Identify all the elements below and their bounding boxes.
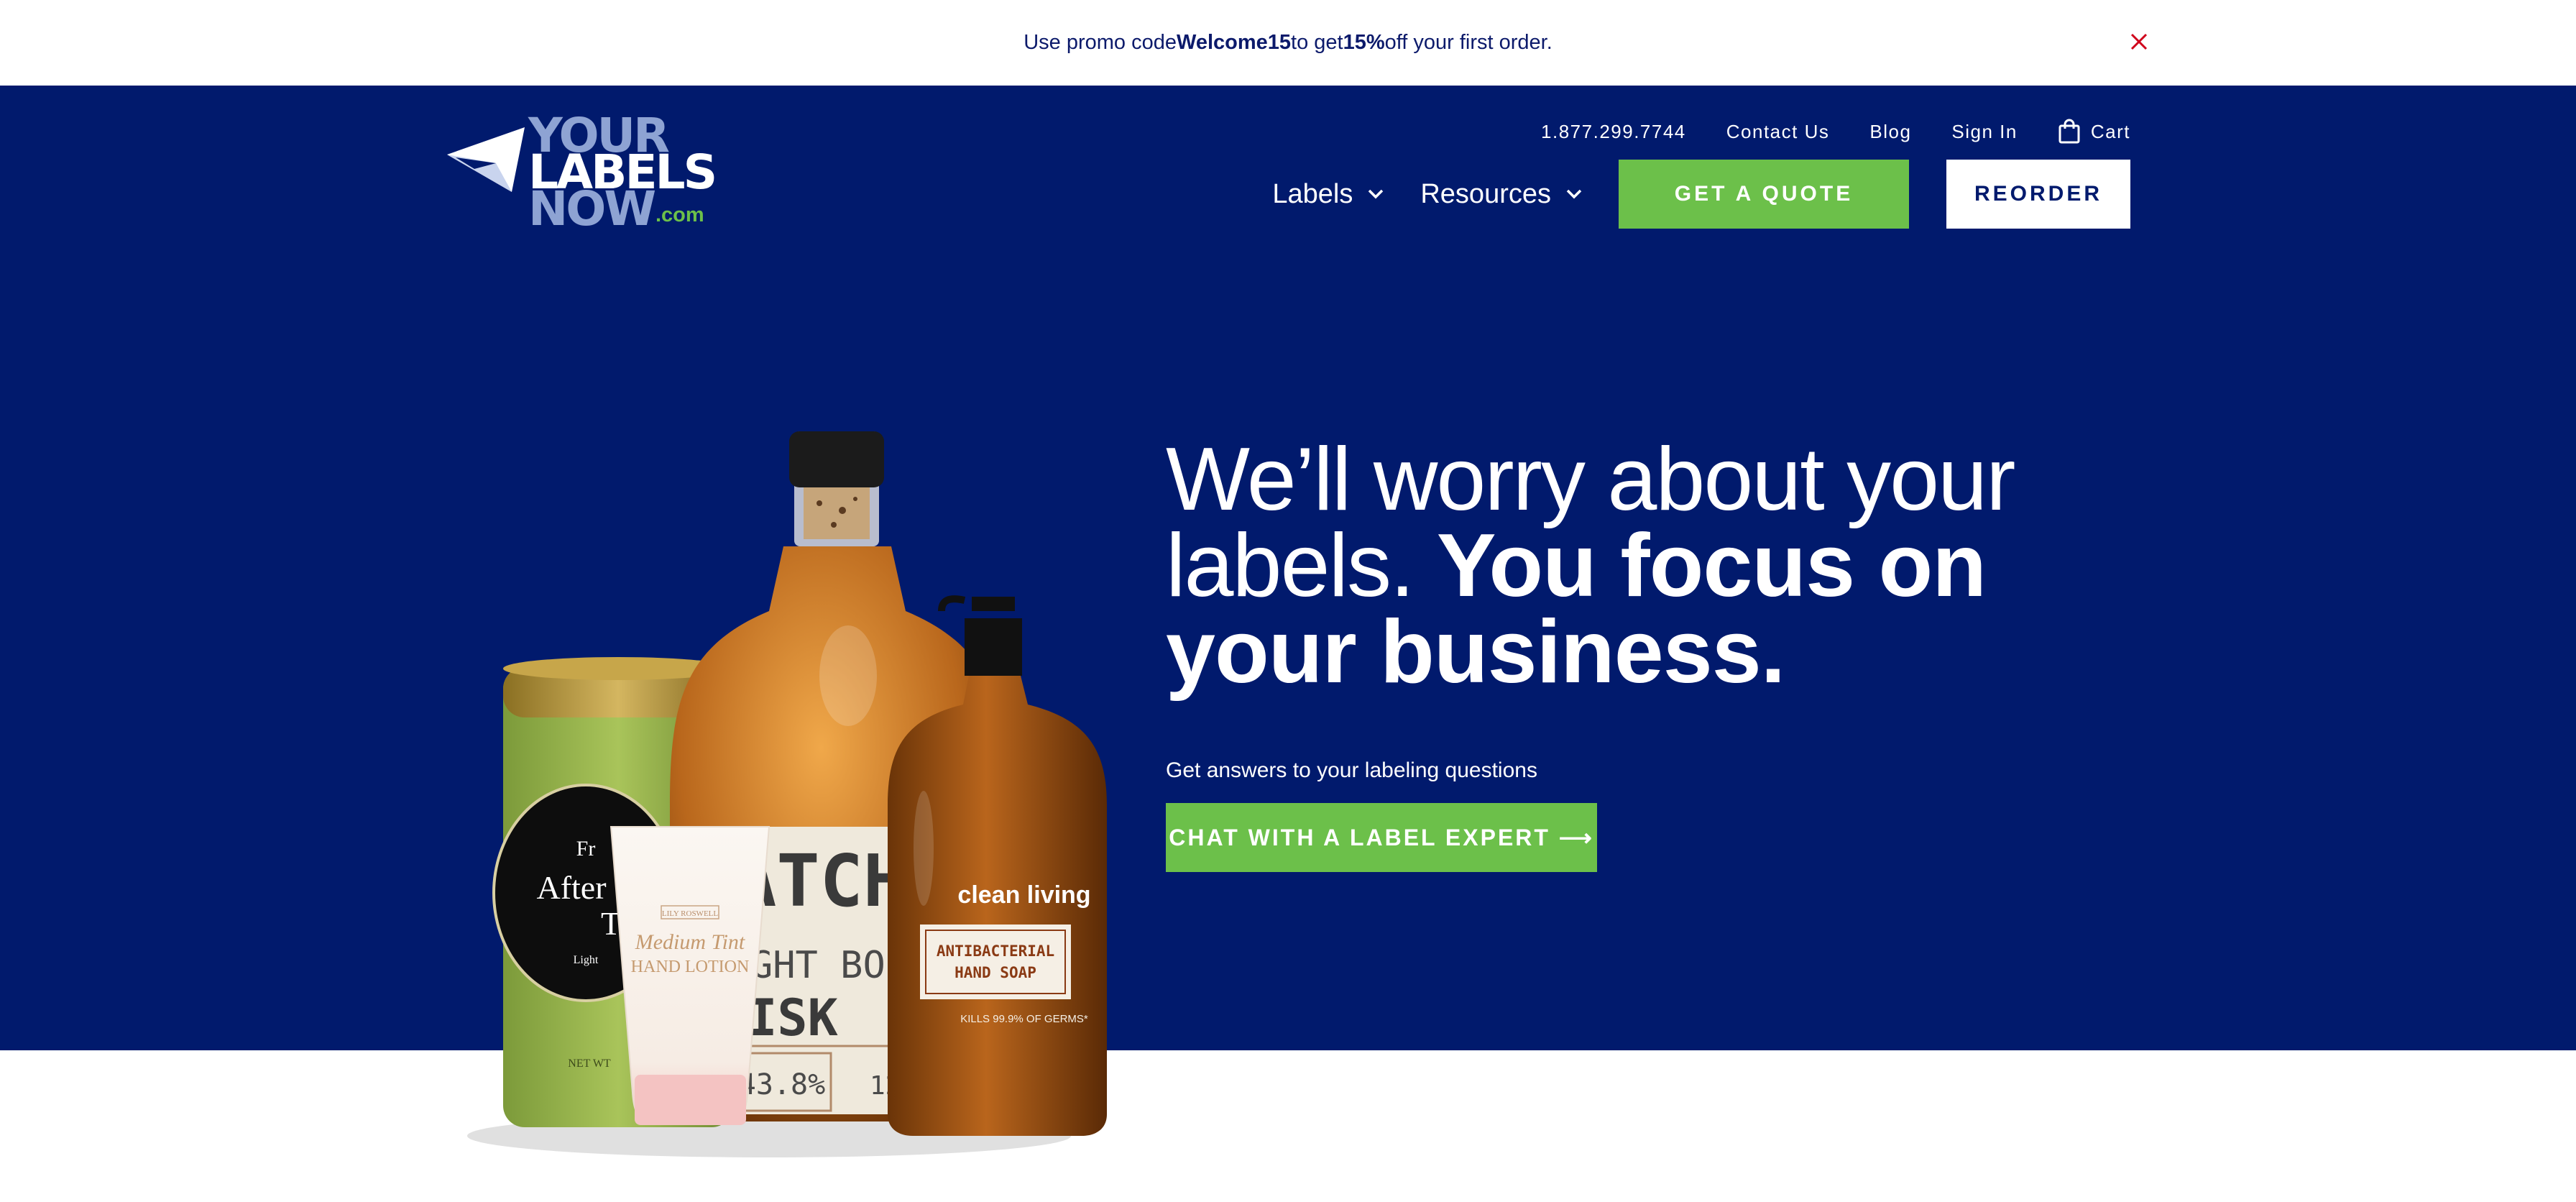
chevron-down-icon bbox=[1566, 189, 1582, 199]
cart-label: Cart bbox=[2090, 120, 2130, 142]
promo-prefix: Use promo code bbox=[1024, 31, 1177, 54]
sign-in-link[interactable]: Sign In bbox=[1951, 121, 2017, 143]
soap-claim: KILLS 99.9% OF GERMS* bbox=[960, 1013, 1088, 1025]
product-photo: Fr After T Light NET WT HATCHE RAIGHT BO… bbox=[467, 431, 1107, 1157]
cart-link[interactable]: Cart bbox=[2058, 119, 2130, 144]
shopping-bag-icon bbox=[2058, 119, 2080, 144]
promo-discount: 15% bbox=[1343, 31, 1385, 54]
phone-link[interactable]: 1.877.299.7744 bbox=[1541, 121, 1686, 143]
blog-link[interactable]: Blog bbox=[1869, 121, 1911, 143]
close-promo-button[interactable] bbox=[2120, 27, 2158, 58]
soap-name-line-1: ANTIBACTERIAL bbox=[937, 942, 1054, 960]
lotion-tube: LILY ROSWELL Medium Tint HAND LOTION bbox=[610, 826, 770, 1125]
logo-domain-suffix: .com bbox=[656, 203, 704, 226]
promo-code: Welcome15 bbox=[1176, 31, 1292, 54]
utility-nav: 1.877.299.7744 Contact Us Blog Sign In C… bbox=[1501, 117, 2130, 146]
get-a-quote-button[interactable]: GET A QUOTE bbox=[1619, 160, 1909, 229]
main-nav: Labels Resources GET A QUOTE REORDER bbox=[1272, 160, 2130, 229]
site-logo[interactable]: YOUR LABELS NOW .com bbox=[446, 112, 719, 233]
whiskey-label-abv: 43.8% bbox=[739, 1068, 825, 1101]
reorder-button[interactable]: REORDER bbox=[1946, 160, 2130, 229]
contact-us-link[interactable]: Contact Us bbox=[1726, 121, 1830, 143]
labels-menu-label: Labels bbox=[1272, 178, 1353, 209]
promo-suffix: off your first order. bbox=[1384, 31, 1552, 54]
hero-subtext: Get answers to your labeling questions bbox=[1166, 758, 1537, 782]
paper-plane-logo-icon bbox=[447, 127, 525, 192]
resources-menu[interactable]: Resources bbox=[1420, 179, 1583, 210]
promo-middle: to get bbox=[1291, 31, 1343, 54]
resources-menu-label: Resources bbox=[1420, 178, 1551, 209]
tin-net-weight: NET WT bbox=[568, 1058, 611, 1070]
tin-label-line-1: Fr bbox=[576, 837, 596, 861]
chat-with-expert-button[interactable]: CHAT WITH A LABEL EXPERT ⟶ bbox=[1166, 803, 1597, 872]
close-icon bbox=[2130, 33, 2148, 50]
lotion-brand: LILY ROSWELL bbox=[662, 909, 719, 918]
tin-label-line-2: After bbox=[536, 869, 606, 906]
lotion-name-line-2: HAND LOTION bbox=[631, 958, 750, 976]
chevron-down-icon bbox=[1368, 189, 1384, 199]
labels-menu[interactable]: Labels bbox=[1272, 179, 1384, 210]
tin-label-line-4: Light bbox=[574, 954, 599, 966]
hero-section: YOUR LABELS NOW .com 1.877.299.7744 Cont… bbox=[0, 86, 2576, 1050]
hero-headline: We’ll worry about your labels. You focus… bbox=[1166, 435, 2028, 697]
promo-bar: Use promo code Welcome15 to get 15% off … bbox=[0, 0, 2576, 86]
soap-name-line-2: HAND SOAP bbox=[954, 964, 1036, 981]
lotion-name-line-1: Medium Tint bbox=[635, 930, 745, 954]
soap-brand: clean living bbox=[957, 881, 1090, 909]
